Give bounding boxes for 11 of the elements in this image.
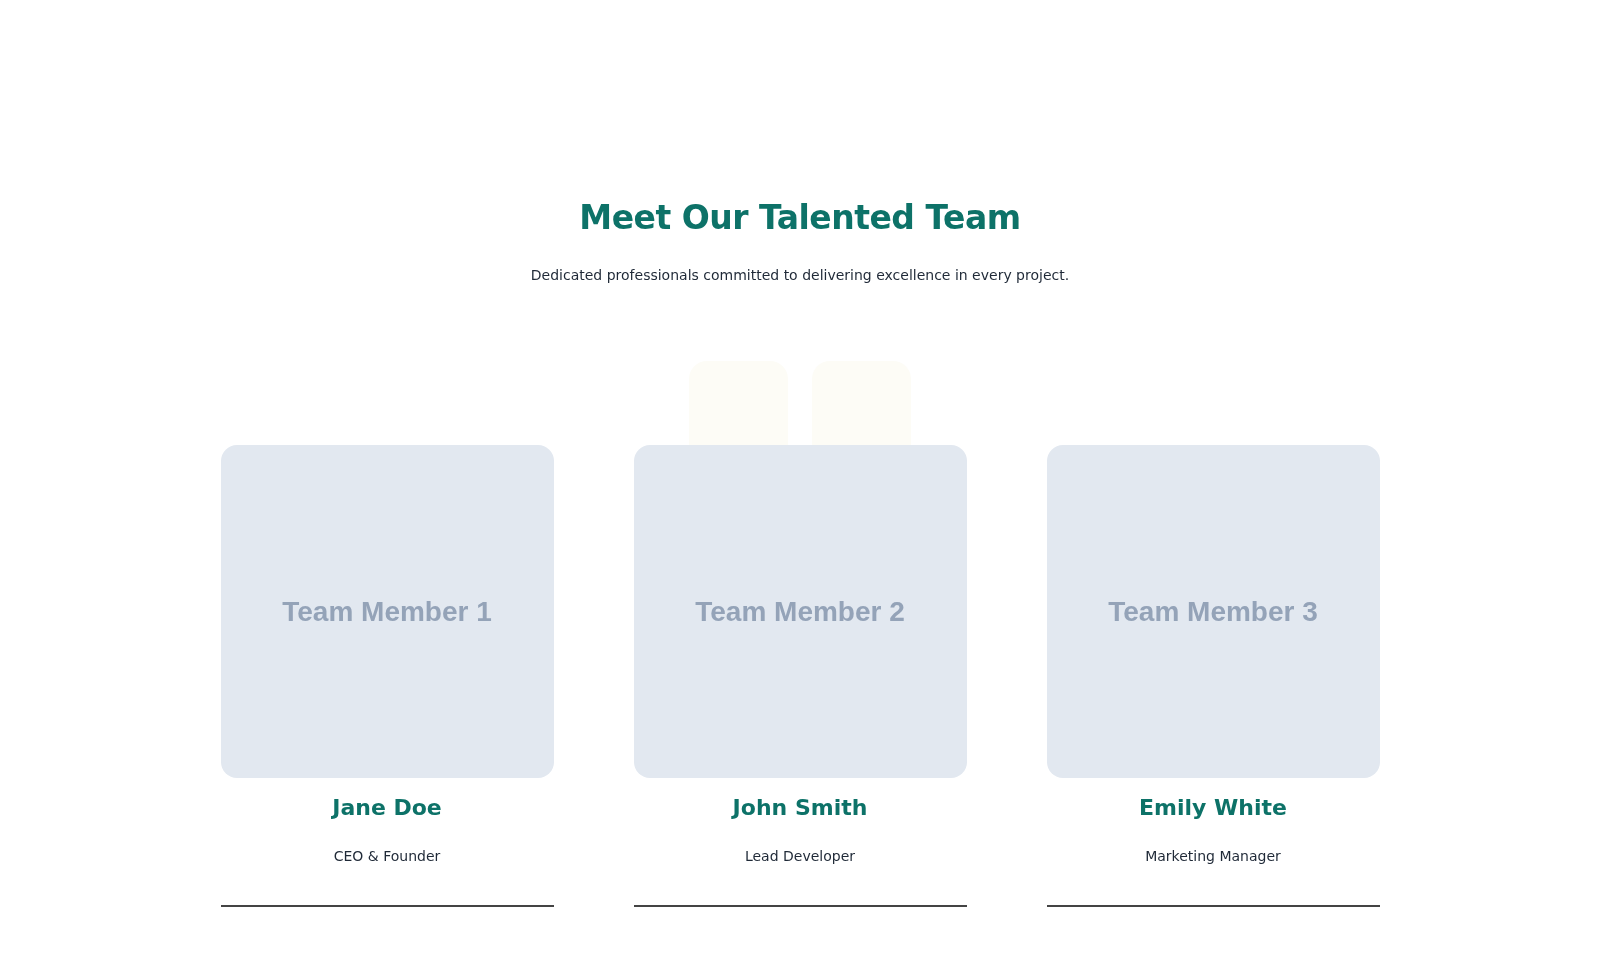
- member-role: CEO & Founder: [333, 848, 441, 864]
- member-name: John Smith: [732, 795, 868, 820]
- placeholder-label: Team Member 3: [1108, 595, 1318, 628]
- placeholder-label: Team Member 1: [282, 595, 492, 628]
- member-name: Jane Doe: [332, 795, 442, 820]
- placeholder-label: Team Member 2: [695, 595, 905, 628]
- member-name: Emily White: [1139, 795, 1287, 820]
- section-title: Meet Our Talented Team: [579, 198, 1021, 237]
- section-subtitle: Dedicated professionals committed to delivering excellence in every project.: [530, 267, 1070, 283]
- member-role: Lead Developer: [744, 848, 856, 864]
- member-role: Marketing Manager: [1145, 848, 1281, 864]
